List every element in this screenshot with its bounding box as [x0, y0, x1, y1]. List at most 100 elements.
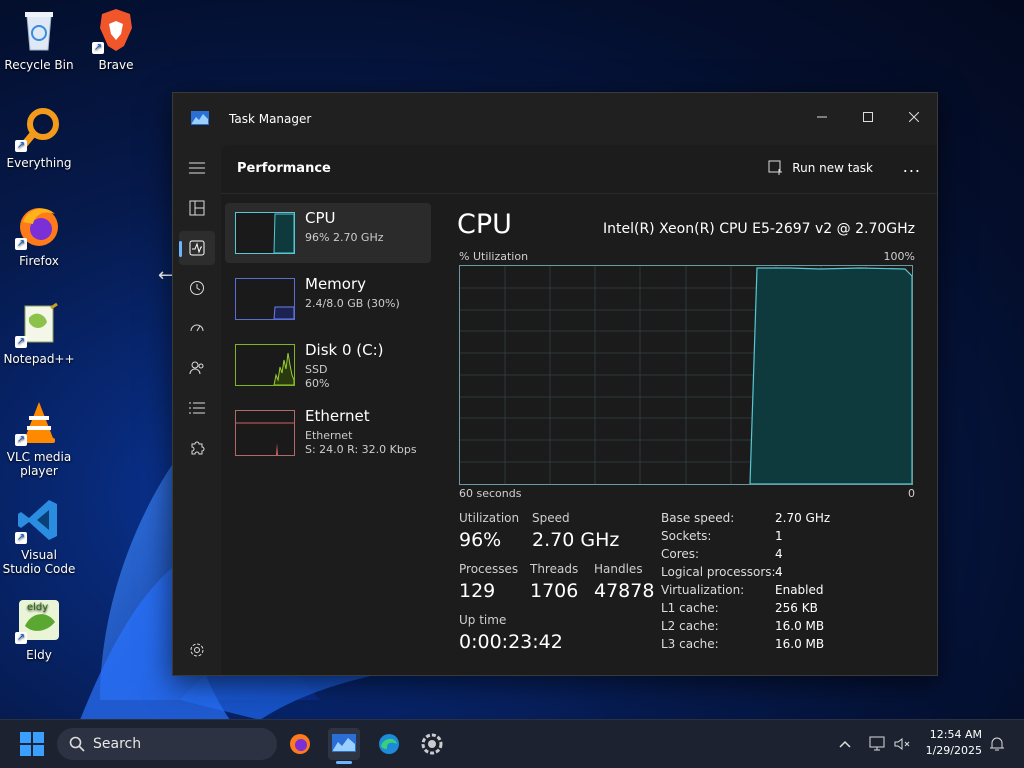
everything-search-icon: ↗	[15, 104, 63, 152]
settings-gear-icon	[190, 643, 204, 657]
device-disk[interactable]: Disk 0 (C:) SSD 60%	[225, 335, 431, 395]
desktop-icon-label: Everything	[6, 156, 72, 170]
device-memory[interactable]: Memory 2.4/8.0 GB (30%)	[225, 269, 431, 329]
device-detail: 60%	[305, 377, 330, 390]
volume-muted-icon	[894, 738, 910, 750]
shortcut-arrow-icon: ↗	[15, 632, 27, 644]
device-ethernet[interactable]: Ethernet Ethernet S: 24.0 R: 32.0 Kbps	[225, 401, 431, 461]
nav-settings[interactable]	[179, 633, 215, 667]
title-bar[interactable]: Task Manager	[173, 93, 937, 145]
device-name: CPU	[305, 209, 336, 227]
disk-thumbnail-graph	[235, 344, 295, 386]
firefox-icon: ↗	[15, 202, 63, 250]
graph-min-label: 0	[908, 487, 915, 500]
device-list: CPU 96% 2.70 GHz Memory 2.4/8.0 GB (30%)…	[225, 203, 431, 467]
run-new-task-label: Run new task	[792, 161, 873, 175]
nav-users[interactable]	[179, 351, 215, 385]
uptime-value: 0:00:23:42	[459, 631, 563, 653]
nav-performance[interactable]	[179, 231, 215, 265]
cpu-utilization-graph	[459, 265, 913, 485]
vscode-icon: ↗	[15, 496, 63, 544]
processes-label: Processes	[459, 562, 519, 576]
edge-icon	[379, 734, 399, 754]
hamburger-icon	[189, 162, 205, 174]
nav-services[interactable]	[179, 431, 215, 465]
processes-icon	[189, 200, 205, 216]
graph-time-label: 60 seconds	[459, 487, 522, 500]
volume-status[interactable]	[886, 728, 918, 760]
desktop-icon-label: Notepad++	[3, 352, 75, 366]
spec-value: 256 KB	[775, 601, 818, 615]
device-cpu[interactable]: CPU 96% 2.70 GHz	[225, 203, 431, 263]
system-clock[interactable]: 12:54 AM 1/29/2025	[926, 727, 982, 759]
uptime-label: Up time	[459, 613, 507, 627]
threads-label: Threads	[530, 562, 579, 576]
taskbar-task-manager[interactable]	[328, 728, 360, 764]
taskbar-firefox[interactable]	[284, 728, 316, 760]
spec-key: L1 cache:	[661, 601, 719, 615]
desktop-icon-recycle-bin[interactable]: Recycle Bin	[1, 6, 77, 72]
run-new-task-button[interactable]: Run new task	[768, 160, 873, 176]
maximize-button[interactable]	[845, 101, 891, 133]
nav-details[interactable]	[179, 391, 215, 425]
start-button[interactable]	[16, 728, 48, 760]
device-detail: 2.4/8.0 GB (30%)	[305, 297, 400, 310]
active-indicator	[179, 241, 182, 257]
performance-content: Performance Run new task ... CPU 96% 2.7…	[221, 145, 937, 675]
device-name: Memory	[305, 275, 367, 293]
desktop-icon-brave[interactable]: ↗ Brave	[78, 6, 154, 72]
handles-value: 47878	[594, 580, 655, 602]
recycle-bin-icon	[15, 6, 63, 54]
nav-rail	[173, 145, 221, 675]
close-button[interactable]	[891, 101, 937, 133]
desktop-icon-label: Firefox	[19, 254, 59, 268]
nav-processes[interactable]	[179, 191, 215, 225]
shortcut-arrow-icon: ↗	[92, 42, 104, 54]
desktop-icon-label: Visual Studio Code	[2, 548, 76, 576]
task-manager-app-icon	[332, 734, 356, 752]
utilization-label: Utilization	[459, 511, 520, 525]
taskbar: Search 12:54 AM 1/29/2025	[0, 719, 1024, 768]
spec-key: L3 cache:	[661, 637, 719, 651]
cpu-model: Intel(R) Xeon(R) CPU E5-2697 v2 @ 2.70GH…	[603, 221, 915, 237]
show-hidden-icons-button[interactable]	[829, 728, 861, 760]
taskbar-app[interactable]	[416, 728, 448, 760]
notepadpp-icon: ↗	[15, 300, 63, 348]
handles-label: Handles	[594, 562, 643, 576]
more-options-button[interactable]: ...	[903, 157, 921, 176]
cpu-usage-area	[749, 267, 913, 485]
desktop-icon-label: Eldy	[26, 648, 52, 662]
notifications-button[interactable]	[981, 728, 1013, 760]
window-title: Task Manager	[229, 112, 312, 126]
shortcut-arrow-icon: ↗	[15, 336, 27, 348]
taskbar-edge[interactable]	[373, 728, 405, 760]
network-icon	[869, 736, 885, 751]
search-icon	[69, 736, 85, 752]
run-task-icon	[768, 160, 783, 175]
minimize-button[interactable]	[799, 101, 845, 133]
desktop-icon-notepadpp[interactable]: ↗ Notepad++	[1, 300, 77, 366]
device-name: Disk 0 (C:)	[305, 341, 384, 359]
page-title: Performance	[237, 161, 331, 176]
spec-key: Sockets:	[661, 529, 712, 543]
desktop-icon-label: Brave	[98, 58, 134, 72]
more-icon: ...	[902, 157, 921, 176]
desktop-icon-vscode[interactable]: ↗ Visual Studio Code	[1, 496, 77, 576]
shortcut-arrow-icon: ↗	[15, 140, 27, 152]
nav-startup-apps[interactable]	[179, 311, 215, 345]
desktop-icon-firefox[interactable]: ↗ Firefox	[1, 202, 77, 268]
bell-icon	[990, 737, 1004, 751]
speedometer-icon	[190, 324, 204, 332]
page-header: Performance Run new task ...	[221, 145, 937, 194]
spec-key: Logical processors:	[661, 565, 776, 579]
processes-value: 129	[459, 580, 496, 602]
hamburger-menu-button[interactable]	[179, 151, 215, 185]
taskbar-search-box[interactable]: Search	[57, 728, 277, 760]
nav-app-history[interactable]	[179, 271, 215, 305]
services-puzzle-icon	[191, 441, 205, 455]
spec-key: Virtualization:	[661, 583, 745, 597]
windows-logo-icon	[20, 732, 44, 756]
desktop-icon-vlc[interactable]: ↗ VLC media player	[1, 398, 77, 478]
desktop-icon-eldy[interactable]: eldy ↗ Eldy	[1, 596, 77, 662]
desktop-icon-everything[interactable]: ↗ Everything	[1, 104, 77, 170]
